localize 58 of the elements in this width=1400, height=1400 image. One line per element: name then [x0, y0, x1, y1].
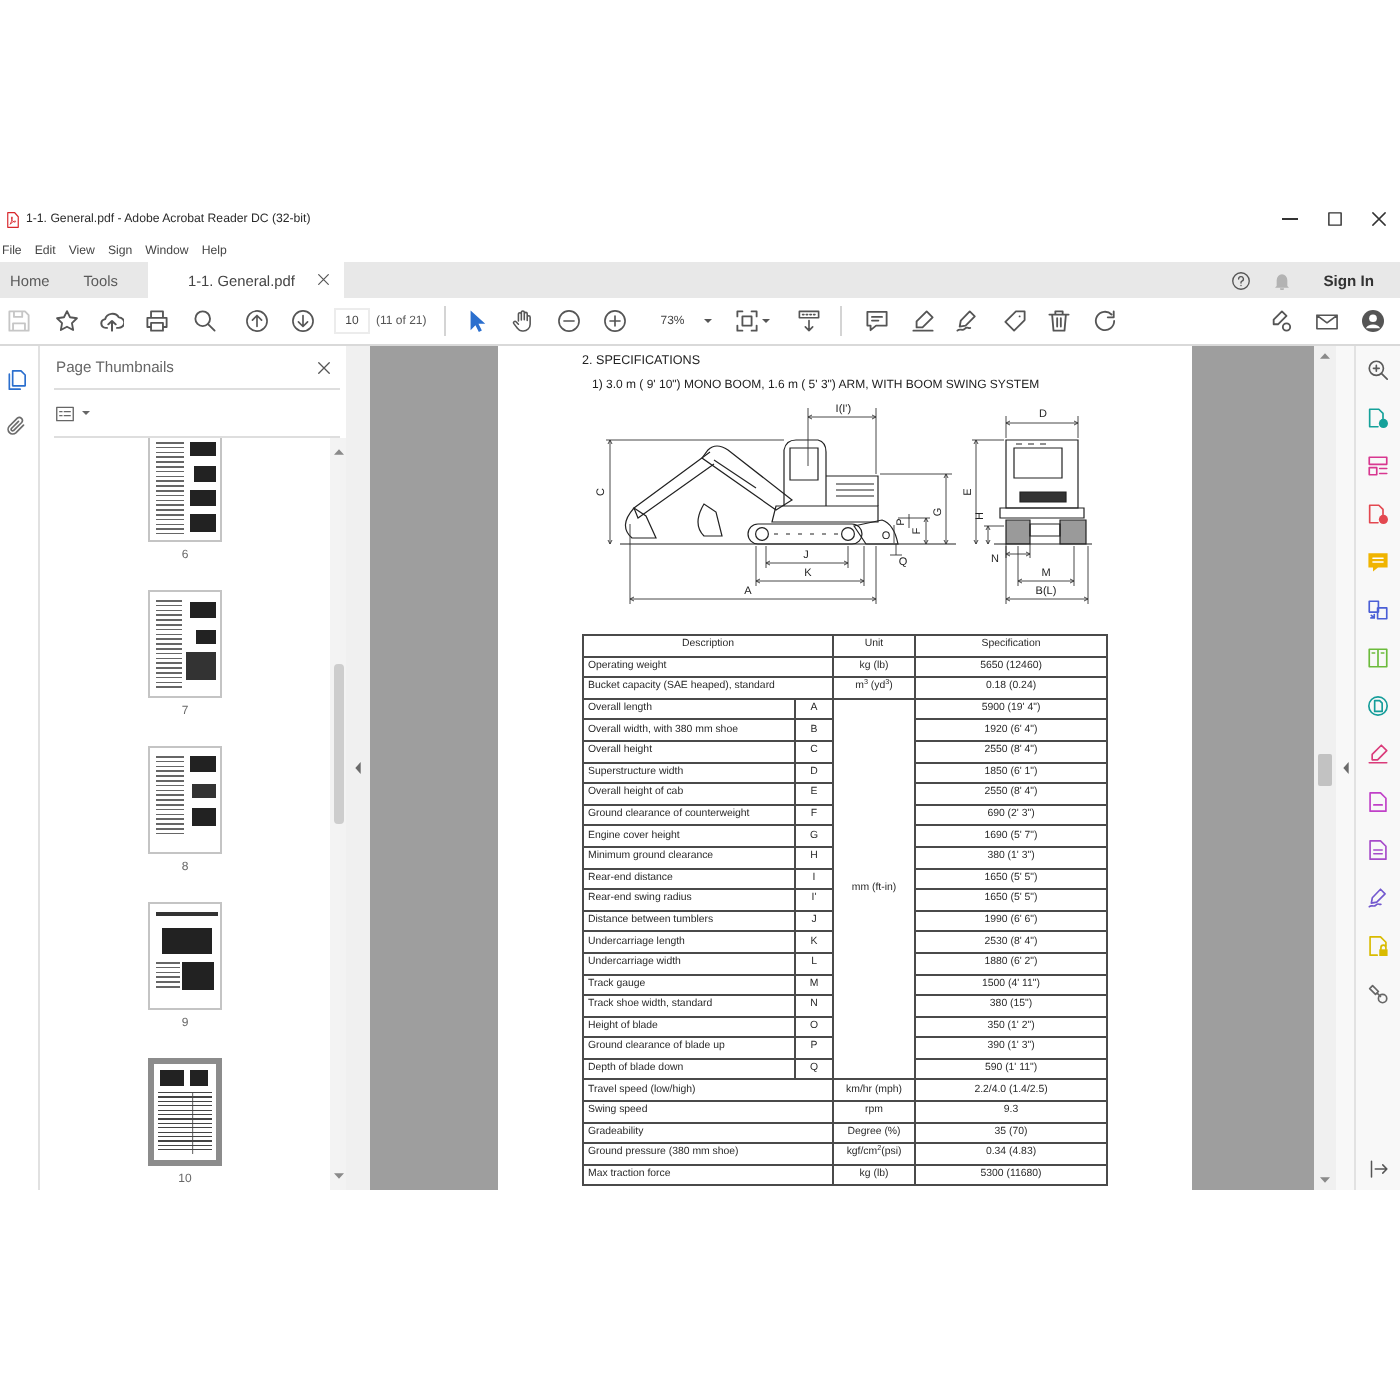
pages-icon[interactable]: [6, 370, 26, 390]
highlighter-icon[interactable]: [911, 310, 934, 332]
signature-icon[interactable]: [1368, 888, 1388, 908]
document-circle-icon[interactable]: [1368, 696, 1388, 716]
tray-arrow-icon[interactable]: [797, 310, 820, 332]
cursor-icon[interactable]: [466, 310, 489, 332]
documents-icon[interactable]: [1368, 600, 1388, 620]
document-badge-icon[interactable]: [1368, 408, 1388, 428]
hand-icon[interactable]: [511, 310, 534, 332]
page-thumbnail[interactable]: [148, 902, 222, 1010]
zoom-out-icon[interactable]: [557, 310, 580, 332]
list-view-icon[interactable]: [56, 405, 74, 421]
frame-corners-icon[interactable]: [736, 310, 759, 332]
rotate-icon[interactable]: [1093, 310, 1116, 332]
user-icon[interactable]: [1361, 310, 1384, 332]
pdf-file-icon: [6, 211, 20, 227]
tools-icon[interactable]: [1368, 984, 1388, 1004]
trash-icon[interactable]: [1047, 310, 1070, 332]
star-icon[interactable]: [55, 310, 77, 332]
upload-icon[interactable]: [99, 310, 123, 332]
close-icon[interactable]: [1371, 212, 1385, 226]
paperclip-icon[interactable]: [6, 416, 26, 436]
document-icon[interactable]: [1368, 792, 1388, 812]
search-icon[interactable]: [1368, 360, 1388, 380]
caret-down-icon[interactable]: [82, 410, 90, 416]
pen-icon[interactable]: [1368, 744, 1388, 764]
scrollbar-thumb[interactable]: [1318, 754, 1332, 786]
help-icon[interactable]: [1231, 271, 1250, 289]
document-lines-icon[interactable]: [1368, 840, 1388, 860]
signature-icon[interactable]: [955, 310, 978, 332]
layout-icon[interactable]: [1368, 456, 1388, 476]
caret-left-icon[interactable]: [1341, 762, 1349, 774]
page-thumbnail[interactable]: [148, 746, 222, 854]
tag-icon[interactable]: [1003, 310, 1026, 332]
arrow-up-icon[interactable]: [245, 310, 267, 332]
arrow-down-icon[interactable]: [291, 310, 313, 332]
document-badge-icon[interactable]: [1368, 504, 1388, 524]
close-icon[interactable]: [318, 274, 330, 286]
zoom-in-icon[interactable]: [603, 310, 626, 332]
scrollbar-thumb[interactable]: [333, 664, 343, 824]
page-thumbnail[interactable]: [148, 438, 222, 542]
close-icon[interactable]: [318, 361, 330, 373]
caret-down-icon[interactable]: [762, 318, 771, 324]
page-thumbnail[interactable]: [148, 590, 222, 698]
print-icon[interactable]: [145, 310, 167, 332]
caret-down-icon[interactable]: [704, 318, 713, 324]
caret-up-icon[interactable]: [1320, 352, 1330, 360]
caret-left-icon[interactable]: [354, 762, 362, 774]
arrow-bar-icon[interactable]: [1369, 1160, 1387, 1178]
maximize-icon[interactable]: [1327, 212, 1341, 226]
scrollbar[interactable]: [1314, 346, 1336, 1190]
page-thumbnail[interactable]: [148, 1058, 222, 1166]
caret-up-icon[interactable]: [333, 448, 343, 456]
caret-down-icon[interactable]: [333, 1172, 343, 1180]
search-icon[interactable]: [193, 310, 215, 332]
mail-icon[interactable]: [1315, 311, 1338, 331]
comment-icon[interactable]: [865, 310, 888, 332]
scrollbar[interactable]: [330, 438, 346, 1190]
